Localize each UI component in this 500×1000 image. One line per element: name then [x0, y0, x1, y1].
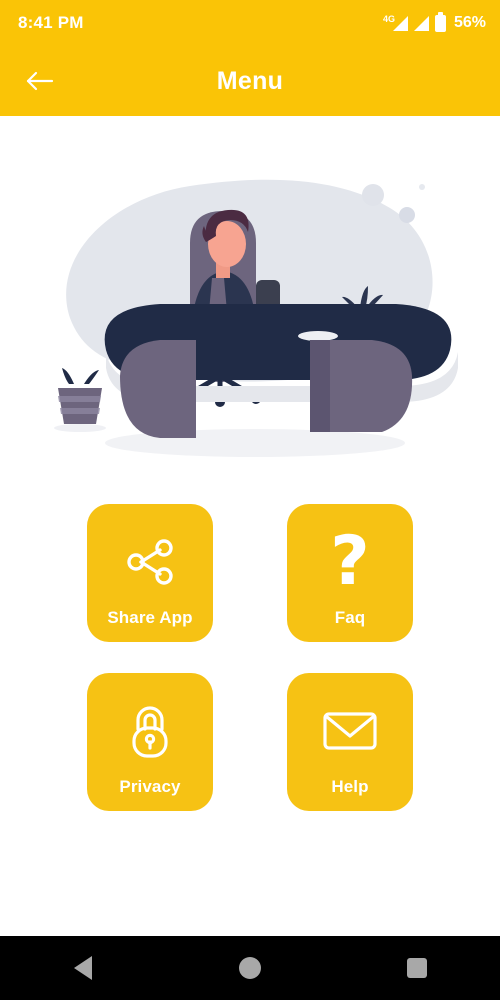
battery-percent-label: 56% — [453, 14, 486, 31]
nav-home-circle-icon — [238, 957, 261, 979]
decor-dot-small — [419, 184, 425, 190]
decor-dot-large — [362, 184, 384, 206]
android-nav-bar — [0, 936, 500, 1000]
signal-icon — [413, 15, 429, 31]
signal-4g-icon: 4G — [383, 15, 408, 31]
page-title: Menu — [216, 66, 284, 95]
menu-card-label-faq: Faq — [334, 608, 366, 627]
desk-pedestal-left — [120, 340, 196, 438]
share-icon — [122, 530, 178, 594]
desk-paper — [298, 331, 338, 341]
menu-card-label-help: Help — [331, 777, 369, 796]
menu-card-privacy[interactable]: Privacy — [87, 673, 213, 811]
signal-bars-1 — [392, 16, 408, 31]
nav-recents-button[interactable] — [382, 936, 452, 1000]
floor-plant — [54, 368, 106, 432]
main-content: Share App ? Faq Privacy Help — [0, 116, 500, 936]
nav-back-button[interactable] — [48, 936, 118, 1000]
arrow-left-icon — [26, 71, 54, 91]
menu-card-help[interactable]: Help — [287, 673, 413, 811]
menu-card-label-share-app: Share App — [107, 608, 193, 627]
status-bar-time: 8:41 PM — [18, 13, 84, 32]
mail-icon — [320, 699, 380, 763]
pedestal-shade — [310, 340, 330, 432]
nav-recents-square-icon — [406, 958, 427, 978]
lock-icon — [122, 699, 178, 763]
person-at-desk-illustration — [40, 138, 460, 478]
decor-dot-medium — [399, 207, 415, 223]
menu-card-faq[interactable]: ? Faq — [287, 504, 413, 642]
menu-card-share-app[interactable]: Share App — [87, 504, 213, 642]
app-bar: Menu — [0, 46, 500, 116]
battery-icon — [434, 11, 446, 32]
question-mark-icon: ? — [330, 522, 370, 601]
nav-home-button[interactable] — [215, 936, 285, 1000]
menu-card-label-privacy: Privacy — [119, 777, 181, 796]
status-bar: 8:41 PM 4G 56% — [0, 0, 500, 46]
question-mark-glyph: ? — [330, 522, 370, 601]
menu-grid: Share App ? Faq Privacy Help — [87, 504, 413, 811]
status-bar-indicators: 4G 56% — [383, 11, 486, 32]
phone-screen: 8:41 PM 4G 56% Menu Share App ? Faq Priv… — [0, 0, 500, 1000]
nav-back-triangle-icon — [74, 956, 93, 980]
back-button[interactable] — [12, 53, 68, 109]
